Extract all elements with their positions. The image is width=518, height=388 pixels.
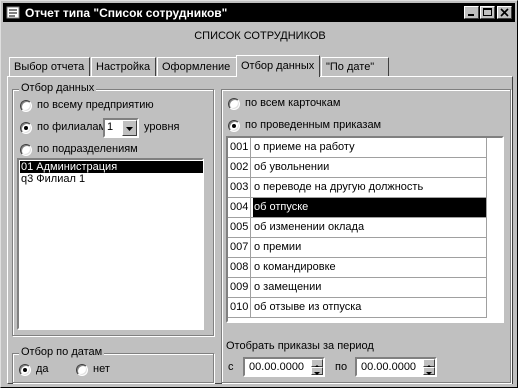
level-dropdown-button[interactable] [122, 120, 137, 136]
level-value: 1 [107, 121, 114, 133]
table-row[interactable]: 007 о премии [228, 238, 487, 258]
close-button[interactable] [497, 6, 512, 19]
table-row[interactable]: 010 об отзыве из отпуска [228, 298, 487, 318]
tab-settings[interactable]: Настройка [91, 57, 156, 76]
radio-all-cards[interactable] [228, 98, 240, 110]
title-bar[interactable]: Отчет типа "Список сотрудников" [3, 3, 515, 22]
period-from-input[interactable]: 00.00.0000 [243, 357, 325, 377]
period-to-label: по [335, 361, 348, 373]
table-row[interactable]: 003 о переводе на другую должность [228, 178, 487, 198]
table-row[interactable]: 009 о замещении [228, 278, 487, 298]
maximize-icon [483, 8, 492, 16]
tab-by-date[interactable]: "По дате" [321, 57, 389, 76]
table-row[interactable]: 008 о командировке [228, 258, 487, 278]
window-title: Отчет типа "Список сотрудников" [25, 6, 228, 20]
order-name: о переводе на другую должность [253, 178, 487, 197]
table-row[interactable]: 005 об изменении оклада [228, 218, 487, 238]
period-to-value: 00.00.0000 [361, 361, 417, 373]
radio-date-yes-label[interactable]: да [36, 363, 49, 375]
close-icon [500, 8, 509, 17]
period-from-label: с [228, 361, 234, 373]
orders-group: по всем карточкам по проведенным приказа… [221, 89, 511, 383]
order-code: 005 [228, 218, 251, 237]
order-name: о командировке [253, 258, 487, 277]
order-name: об увольнении [253, 158, 487, 177]
tab-panel: Отбор данных по всему предприятию по фил… [7, 76, 513, 384]
order-code: 010 [228, 298, 251, 317]
order-code: 001 [228, 138, 251, 157]
list-item[interactable]: 01 Администрация [20, 161, 203, 173]
radio-date-no[interactable] [76, 364, 88, 376]
list-item[interactable]: q3 Филиал 1 [20, 173, 203, 185]
radio-by-orders-label[interactable]: по проведенным приказам [245, 119, 381, 131]
order-name: об изменении оклада [253, 218, 487, 237]
spin-down-icon [314, 372, 320, 375]
radio-all-cards-label[interactable]: по всем карточкам [245, 97, 340, 109]
order-code: 004 [228, 198, 251, 217]
order-name: о замещении [253, 278, 487, 297]
radio-date-no-label[interactable]: нет [93, 363, 110, 375]
report-heading: СПИСОК СОТРУДНИКОВ [194, 30, 326, 42]
spin-down-icon [426, 372, 432, 375]
dropdown-arrow-icon [126, 127, 133, 131]
level-select[interactable]: 1 [103, 118, 139, 138]
data-filter-group-label: Отбор данных [19, 82, 97, 94]
app-icon [6, 6, 20, 19]
period-label: Отобрать приказы за период [226, 340, 374, 352]
tab-data-filter[interactable]: Отбор данных [236, 55, 320, 77]
data-filter-group: Отбор данных по всему предприятию по фил… [12, 82, 214, 336]
order-code: 007 [228, 238, 251, 257]
radio-by-department-label[interactable]: по подразделениям [37, 143, 138, 155]
order-name: об отзыве из отпуска [253, 298, 487, 317]
date-filter-group-label: Отбор по датам [19, 346, 105, 358]
radio-by-orders[interactable] [228, 120, 240, 132]
orders-table[interactable]: 001 о приеме на работу 002 об увольнении… [226, 136, 504, 323]
table-row[interactable]: 001 о приеме на работу [228, 138, 487, 158]
order-code: 009 [228, 278, 251, 297]
period-to-input[interactable]: 00.00.0000 [355, 357, 437, 377]
radio-by-department[interactable] [20, 144, 32, 156]
table-row[interactable]: 004 об отпуске [228, 198, 487, 218]
unit-listbox[interactable]: 01 Администрация q3 Филиал 1 [17, 158, 204, 330]
order-name: о премии [253, 238, 487, 257]
maximize-button[interactable] [480, 6, 495, 19]
radio-whole-enterprise[interactable] [20, 100, 32, 112]
dialog-window: Отчет типа "Список сотрудников" СПИСОК С… [0, 0, 518, 388]
period-from-value: 00.00.0000 [249, 361, 305, 373]
tab-formatting[interactable]: Оформление [157, 57, 237, 76]
radio-whole-enterprise-label[interactable]: по всему предприятию [37, 99, 154, 111]
radio-by-branch-label[interactable]: по филиалам [37, 121, 106, 133]
order-code: 008 [228, 258, 251, 277]
order-code: 003 [228, 178, 251, 197]
order-name: об отпуске [253, 198, 487, 217]
radio-by-branch[interactable] [20, 122, 32, 134]
radio-date-yes[interactable] [19, 364, 31, 376]
period-to-up-button[interactable] [423, 359, 435, 368]
minimize-button[interactable] [464, 6, 479, 19]
order-name: о приеме на работу [253, 138, 487, 157]
period-to-down-button[interactable] [423, 367, 435, 375]
tab-report-select[interactable]: Выбор отчета [9, 57, 90, 76]
order-code: 002 [228, 158, 251, 177]
table-row[interactable]: 002 об увольнении [228, 158, 487, 178]
level-suffix-label: уровня [144, 121, 180, 133]
period-from-up-button[interactable] [311, 359, 323, 368]
minimize-icon [468, 14, 474, 16]
period-from-down-button[interactable] [311, 367, 323, 375]
date-filter-group: Отбор по датам да нет [12, 346, 214, 383]
